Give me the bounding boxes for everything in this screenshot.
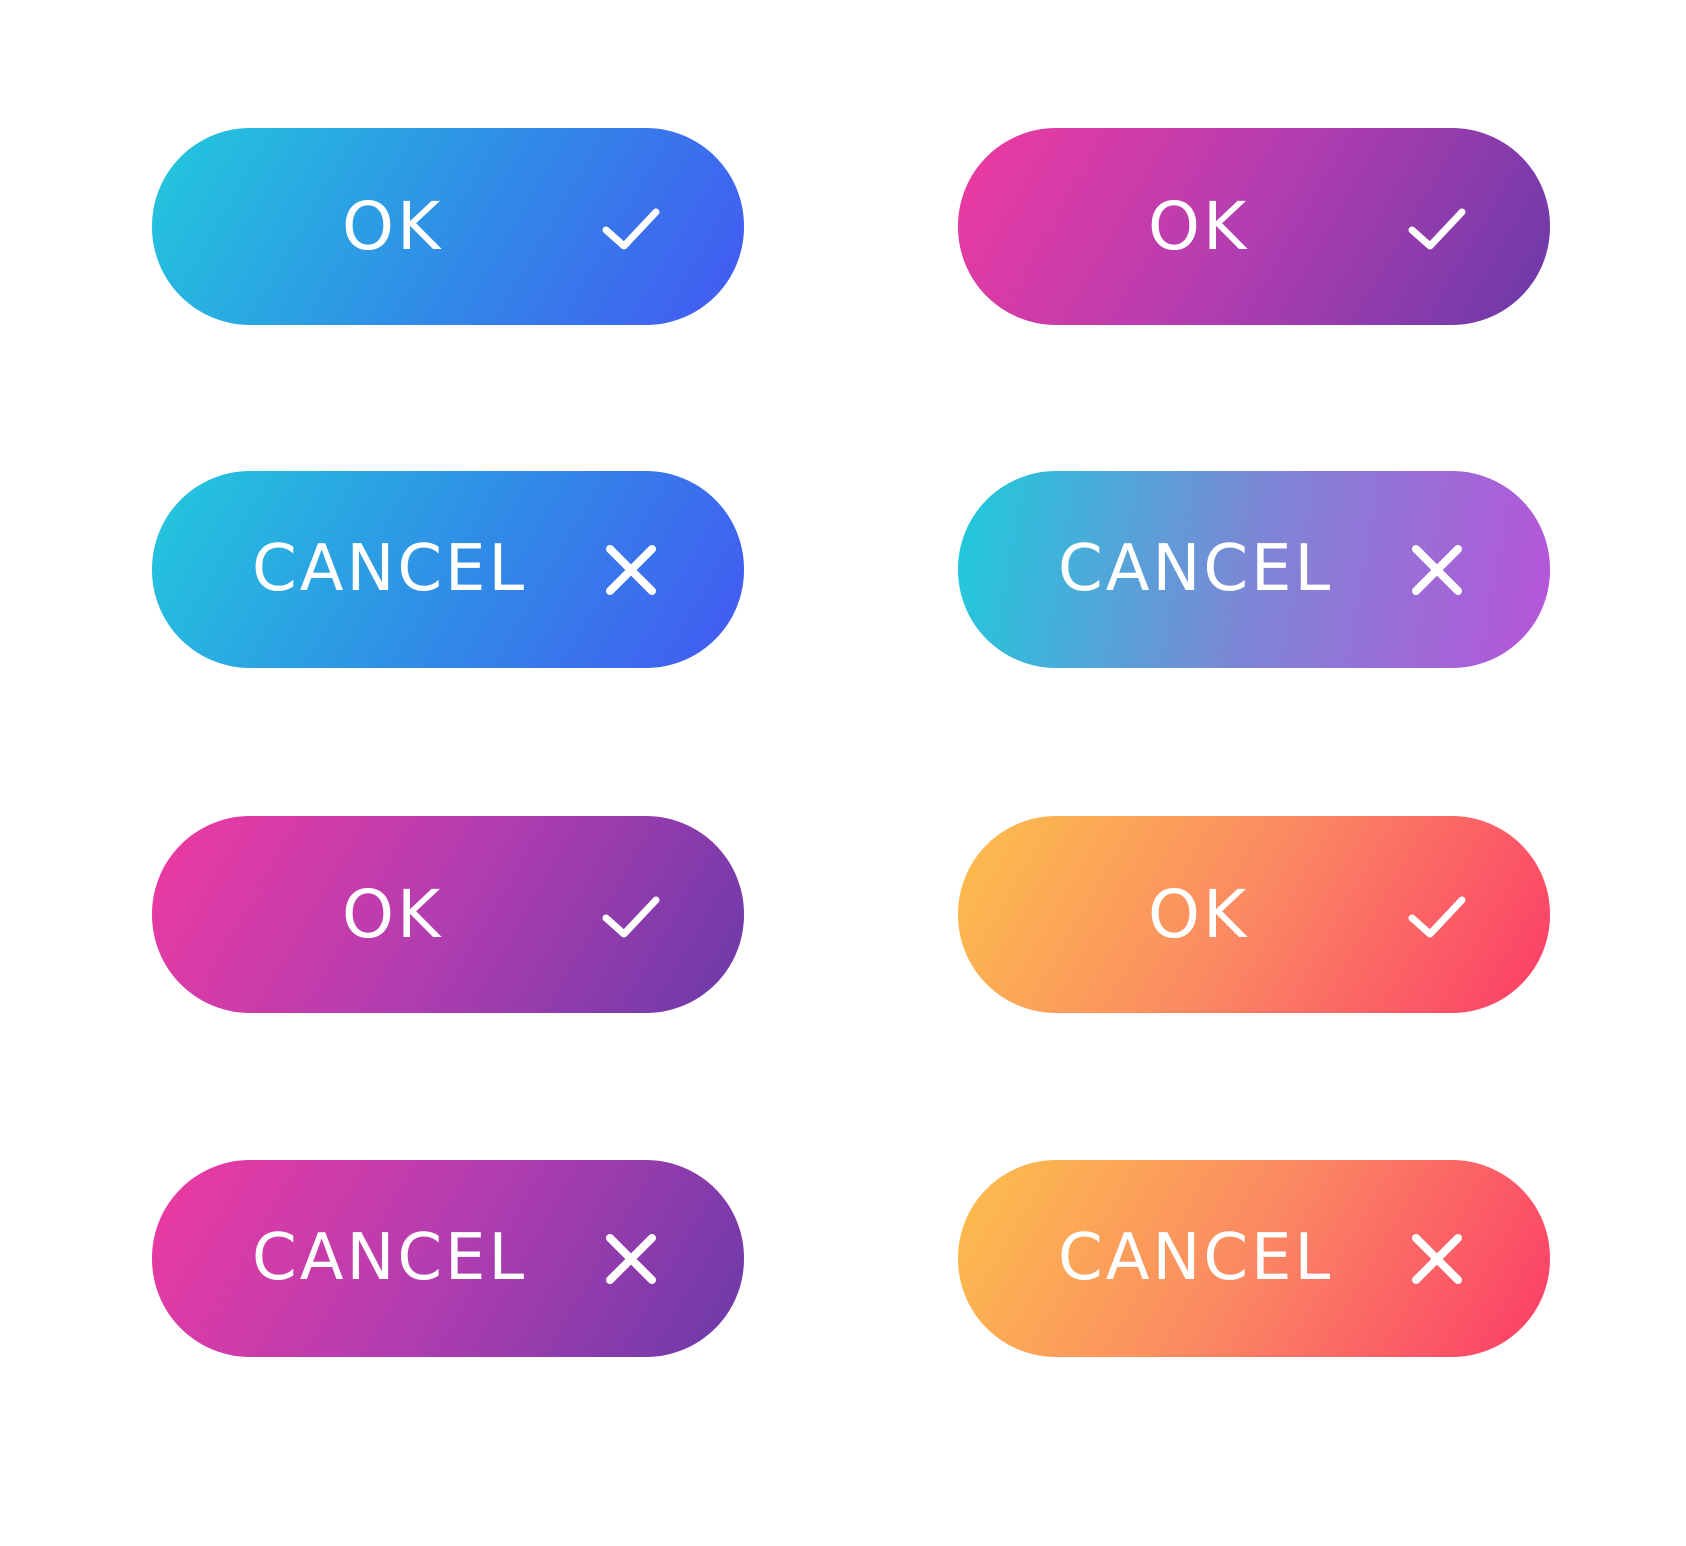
check-icon (598, 194, 664, 260)
check-icon (598, 882, 664, 948)
cancel-button-label: CANCEL (1058, 532, 1334, 606)
cancel-button-label: CANCEL (1058, 1221, 1334, 1295)
cancel-button-purple[interactable]: CANCEL (152, 1160, 744, 1357)
ok-button-label: OK (342, 188, 444, 265)
cancel-button-label: CANCEL (252, 1221, 528, 1295)
cancel-button-blue[interactable]: CANCEL (152, 471, 744, 668)
cancel-button-teal-violet[interactable]: CANCEL (958, 471, 1550, 668)
ok-button-purple[interactable]: OK (958, 128, 1550, 325)
close-icon (1404, 1226, 1470, 1292)
ok-button-label: OK (1148, 188, 1250, 265)
check-icon (1404, 882, 1470, 948)
cancel-button-orange[interactable]: CANCEL (958, 1160, 1550, 1357)
cancel-button-label: CANCEL (252, 532, 528, 606)
close-icon (598, 537, 664, 603)
ok-button-orange[interactable]: OK (958, 816, 1550, 1013)
ok-button-purple[interactable]: OK (152, 816, 744, 1013)
ok-button-label: OK (1148, 876, 1250, 953)
ok-button-label: OK (342, 876, 444, 953)
close-icon (598, 1226, 664, 1292)
button-grid: OK CANCEL OK CANCEL OK CANCEL OK CANCEL (0, 0, 1686, 1546)
close-icon (1404, 537, 1470, 603)
check-icon (1404, 194, 1470, 260)
ok-button-blue[interactable]: OK (152, 128, 744, 325)
